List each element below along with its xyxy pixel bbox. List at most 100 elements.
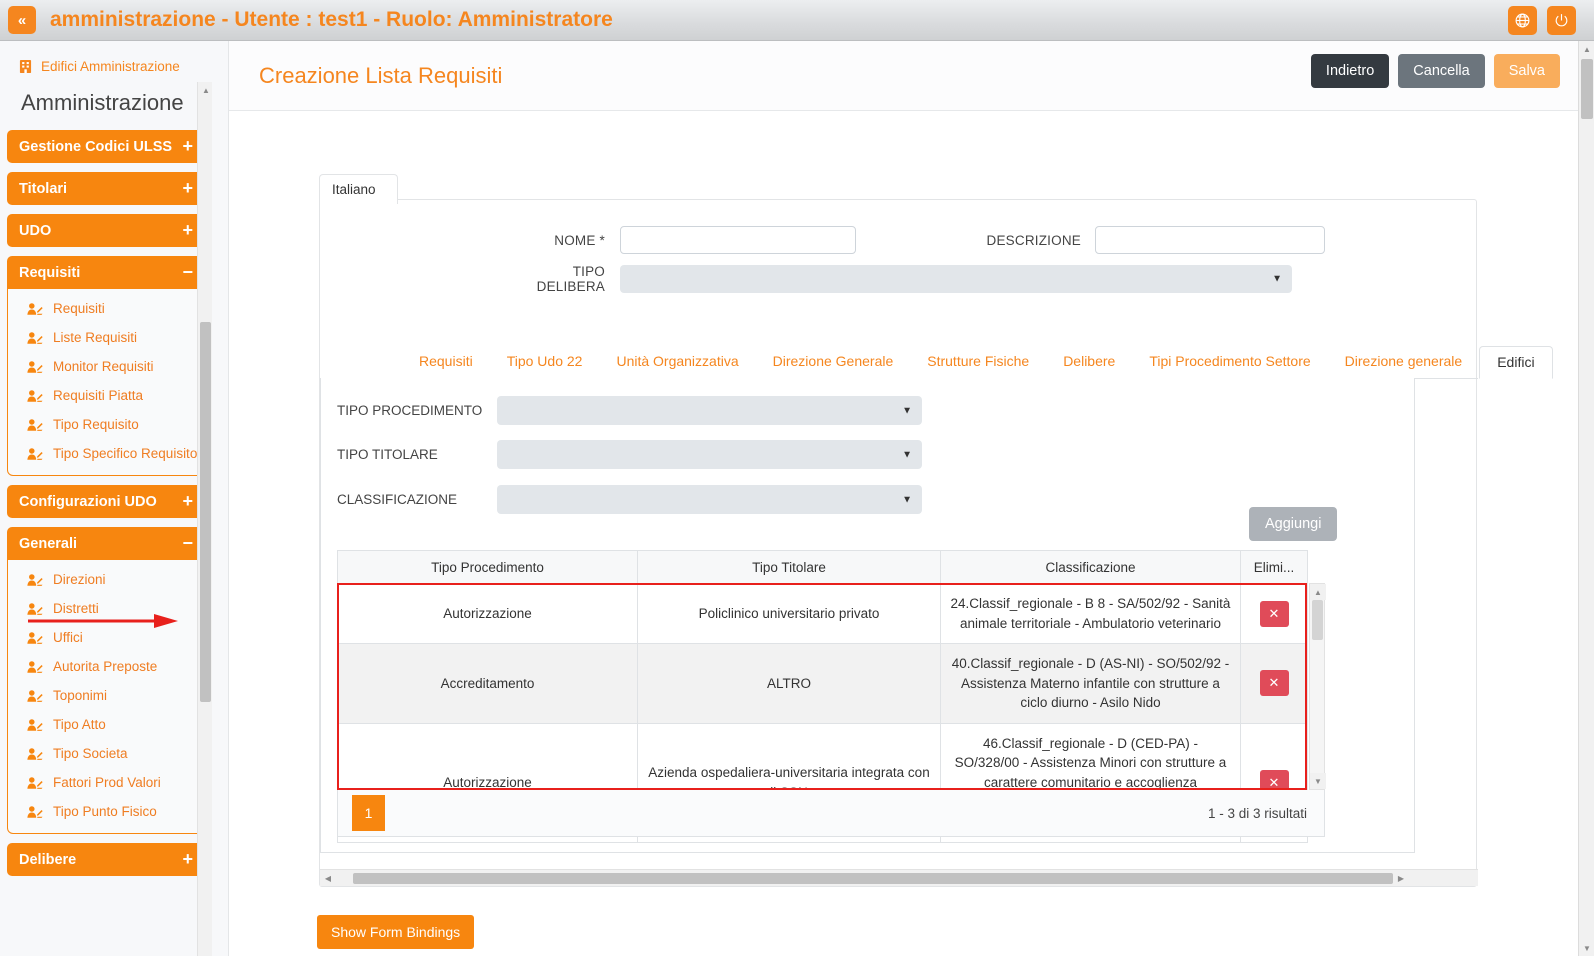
- sidebar-item-tipo-societa[interactable]: Tipo Societa: [8, 739, 204, 768]
- tipo-delibera-select[interactable]: ▼: [620, 265, 1292, 293]
- grid-column-header: Classificazione: [940, 550, 1241, 584]
- sidebar-item-tipo-atto[interactable]: Tipo Atto: [8, 710, 204, 739]
- sidebar-item-label: Toponimi: [53, 688, 108, 703]
- sidebar-item-label: Uffici: [53, 630, 83, 645]
- main-content: Creazione Lista Requisiti Indietro Cance…: [228, 41, 1578, 956]
- delete-row-button[interactable]: ✕: [1259, 600, 1289, 627]
- sidebar-item-toponimi[interactable]: Toponimi: [8, 681, 204, 710]
- sidebar-item-uffici[interactable]: Uffici: [8, 623, 204, 652]
- tab-requisiti[interactable]: Requisiti: [402, 353, 490, 378]
- sidebar-group-label: Requisiti: [19, 264, 81, 281]
- classificazione-filter-row: CLASSIFICAZIONE ▼: [337, 485, 922, 514]
- user-edit-icon: [27, 602, 43, 615]
- sidebar-group-requisiti[interactable]: Requisiti −: [7, 256, 205, 289]
- cell-classificazione: 24.Classif_regionale - B 8 - SA/502/92 -…: [940, 582, 1241, 645]
- tab-unit-organizzativa[interactable]: Unità Organizzativa: [599, 353, 755, 378]
- sidebar-item-label: Tipo Punto Fisico: [53, 804, 157, 819]
- sidebar-nav: Gestione Codici ULSS + Titolari + UDO + Requis…: [7, 130, 205, 876]
- tipo-procedimento-select[interactable]: ▼: [497, 396, 922, 425]
- sidebar-item-label: Tipo Specifico Requisito: [53, 446, 198, 461]
- add-button[interactable]: Aggiungi: [1249, 507, 1338, 541]
- sidebar-item-edifici-amministrazione[interactable]: Edifici Amministrazione: [7, 53, 205, 80]
- sidebar-item-label: Liste Requisiti: [53, 330, 138, 345]
- user-edit-icon: [27, 447, 43, 460]
- nome-input[interactable]: [620, 226, 856, 254]
- inner-tab-bar: Requisiti Tipo Udo 22 Unità Organizzativa D…: [320, 345, 1553, 379]
- cancel-button[interactable]: Cancella: [1398, 54, 1485, 88]
- sidebar-item-monitor-requisiti[interactable]: Monitor Requisiti: [8, 352, 204, 381]
- grid-pagination: 1 1 - 3 di 3 risultati: [337, 790, 1325, 837]
- page-scroll-thumb[interactable]: [1581, 59, 1593, 119]
- tab-direzione-generale[interactable]: Direzione generale: [1328, 353, 1480, 378]
- sidebar-group-label: Titolari: [19, 180, 68, 197]
- language-globe-button[interactable]: [1508, 5, 1537, 35]
- user-edit-icon: [27, 660, 43, 673]
- app-header: « amministrazione - Utente : test1 - Ruo…: [0, 0, 1594, 41]
- tab-delibere[interactable]: Delibere: [1046, 353, 1132, 378]
- tab-tipo-udo-22[interactable]: Tipo Udo 22: [490, 353, 600, 378]
- form-horizontal-scrollbar[interactable]: ◀ ▶: [320, 869, 1478, 886]
- grid-scroll-down-icon[interactable]: ▼: [1310, 773, 1326, 789]
- logout-button[interactable]: [1547, 5, 1576, 35]
- globe-icon: [1515, 13, 1530, 27]
- cell-tipo-procedimento: Autorizzazione: [337, 582, 638, 645]
- tab-strutture-fisiche[interactable]: Strutture Fisiche: [910, 353, 1046, 378]
- tipo-titolare-select[interactable]: ▼: [497, 440, 922, 469]
- sidebar-item-tipo-requisito[interactable]: Tipo Requisito: [8, 410, 204, 439]
- show-form-bindings-button[interactable]: Show Form Bindings: [317, 915, 475, 949]
- sidebar-item-distretti[interactable]: Distretti: [8, 594, 204, 623]
- sidebar-item-autorita-preposte[interactable]: Autorita Preposte: [8, 652, 204, 681]
- sidebar-group-gestione-codici-ulss[interactable]: Gestione Codici ULSS +: [7, 130, 205, 163]
- power-icon: [1555, 13, 1568, 26]
- page-header: Creazione Lista Requisiti Indietro Cance…: [229, 41, 1578, 111]
- sidebar-group-titolari[interactable]: Titolari +: [7, 172, 205, 205]
- hscroll-left-arrow-icon[interactable]: ◀: [320, 874, 336, 883]
- sidebar-group-label: Delibere: [19, 851, 77, 868]
- sidebar-group-body: Requisiti Liste Requisiti Monitor Requisit…: [7, 289, 205, 476]
- sidebar-item-label: Tipo Societa: [53, 746, 128, 761]
- tab-tipi-procedimento-settore[interactable]: Tipi Procedimento Settore: [1132, 353, 1327, 378]
- sidebar-scroll-thumb[interactable]: [200, 322, 211, 702]
- page-number-1[interactable]: 1: [352, 795, 385, 831]
- cell-tipo-titolare: Policlinico universitario privato: [637, 582, 941, 645]
- scroll-up-arrow-icon[interactable]: ▲: [1579, 41, 1594, 57]
- sidebar-group-generali[interactable]: Generali −: [7, 527, 205, 560]
- sidebar-top-link-label: Edifici Amministrazione: [41, 59, 180, 74]
- save-button[interactable]: Salva: [1493, 54, 1560, 88]
- result-count-label: 1 - 3 di 3 risultati: [1207, 805, 1307, 821]
- sidebar-scrollbar[interactable]: ▲ ▼: [197, 82, 212, 956]
- sidebar-item-requisiti-piatta[interactable]: Requisiti Piatta: [8, 381, 204, 410]
- scroll-down-arrow-icon[interactable]: ▼: [1579, 940, 1594, 956]
- hscroll-thumb[interactable]: [353, 872, 1393, 884]
- sidebar-scroll-up-icon[interactable]: ▲: [198, 82, 212, 98]
- sidebar-group-udo[interactable]: UDO +: [7, 214, 205, 247]
- classificazione-select[interactable]: ▼: [497, 485, 922, 514]
- sidebar-item-requisiti[interactable]: Requisiti: [8, 294, 204, 323]
- sidebar-item-direzioni[interactable]: Direzioni: [8, 565, 204, 594]
- classificazione-label: CLASSIFICAZIONE: [337, 492, 458, 507]
- hscroll-right-arrow-icon[interactable]: ▶: [1393, 874, 1409, 883]
- descrizione-input[interactable]: [1095, 226, 1325, 254]
- back-button[interactable]: Indietro: [1310, 54, 1390, 88]
- sidebar-group-delibere[interactable]: Delibere +: [7, 843, 205, 876]
- sidebar-item-fattori-prod-valori[interactable]: Fattori Prod Valori: [8, 768, 204, 797]
- delete-row-button[interactable]: ✕: [1259, 670, 1289, 697]
- user-edit-icon: [27, 302, 43, 315]
- sidebar-collapse-button[interactable]: «: [8, 6, 36, 34]
- page-vertical-scrollbar[interactable]: ▲ ▼: [1578, 41, 1594, 956]
- grid-scroll-up-icon[interactable]: ▲: [1310, 584, 1326, 600]
- expand-plus-icon: +: [182, 849, 193, 869]
- grid-scroll-thumb[interactable]: [1312, 600, 1323, 640]
- sidebar-item-liste-requisiti[interactable]: Liste Requisiti: [8, 323, 204, 352]
- user-edit-icon: [27, 689, 43, 702]
- tab-direzione-generale[interactable]: Direzione Generale: [756, 353, 911, 378]
- tab-edifici[interactable]: Edifici: [1479, 346, 1553, 379]
- chevron-down-icon: ▼: [902, 494, 912, 505]
- sidebar-group-configurazioni-udo[interactable]: Configurazioni UDO +: [7, 485, 205, 518]
- sidebar-item-label: Monitor Requisiti: [53, 359, 154, 374]
- language-tab-italiano[interactable]: Italiano: [319, 174, 398, 204]
- sidebar-item-tipo-punto-fisico[interactable]: Tipo Punto Fisico: [8, 797, 204, 826]
- sidebar-item-label: Fattori Prod Valori: [53, 775, 161, 790]
- sidebar-item-tipo-specifico-requisito[interactable]: Tipo Specifico Requisito: [8, 439, 204, 468]
- grid-vertical-scrollbar[interactable]: ▲ ▼: [1309, 583, 1326, 790]
